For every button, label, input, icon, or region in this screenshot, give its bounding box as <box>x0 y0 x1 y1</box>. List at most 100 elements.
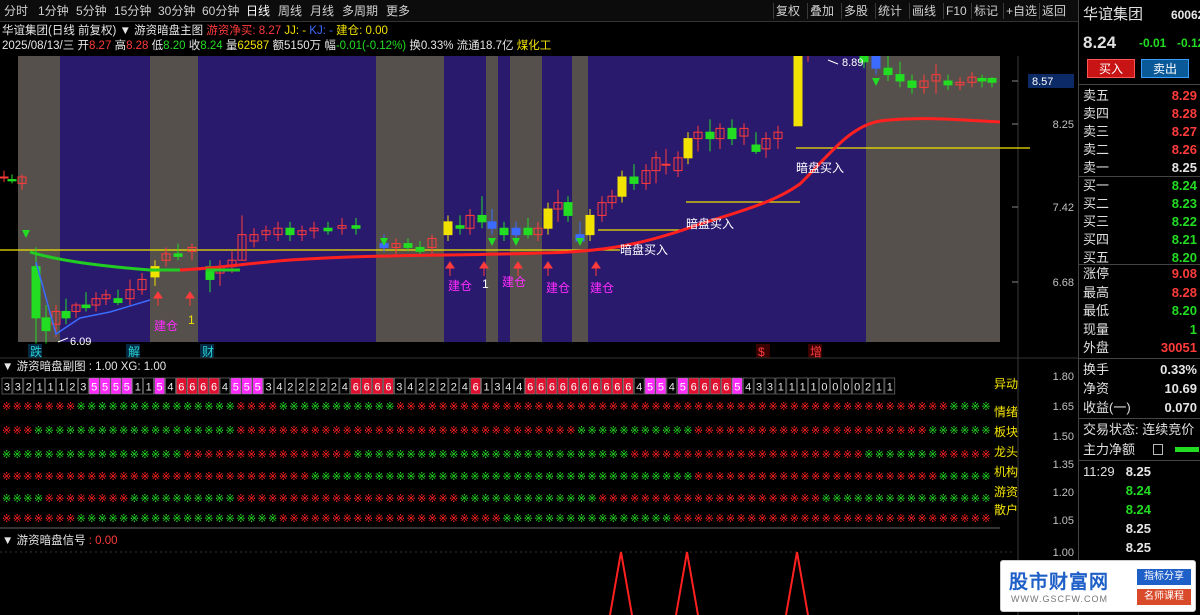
digit-value: 3 <box>396 382 402 394</box>
sentiment-glyph: ※ <box>204 493 213 505</box>
candle-body <box>150 266 160 278</box>
sentiment-glyph: ※ <box>481 493 490 505</box>
period-tab[interactable]: 1分钟 <box>38 2 69 20</box>
sentiment-glyph: ※ <box>566 401 575 413</box>
quote-row-value: 8.22 <box>1171 214 1197 229</box>
sentiment-glyph: ※ <box>587 471 596 483</box>
digit-value: 6 <box>527 382 533 394</box>
main-flow-label[interactable]: 主力净额 <box>1083 440 1135 459</box>
period-tab[interactable]: 30分钟 <box>158 2 195 20</box>
sentiment-glyph: ※ <box>502 449 511 461</box>
sentiment-glyph: ※ <box>236 493 245 505</box>
sentiment-glyph: ※ <box>705 493 714 505</box>
sentiment-glyph: ※ <box>758 471 767 483</box>
sentiment-glyph: ※ <box>790 449 799 461</box>
sentiment-glyph: ※ <box>98 471 107 483</box>
sentiment-glyph: ※ <box>13 449 22 461</box>
sentiment-glyph: ※ <box>343 401 352 413</box>
digit-value: 6 <box>200 382 206 394</box>
toolbar-separator <box>841 3 842 19</box>
period-tab[interactable]: 日线 <box>246 2 270 20</box>
sentiment-glyph: ※ <box>619 449 628 461</box>
period-tab[interactable]: 5分钟 <box>76 2 107 20</box>
sentiment-glyph: ※ <box>768 493 777 505</box>
period-tab[interactable]: 分时 <box>4 2 28 20</box>
signal-chart[interactable]: 1.00 <box>0 530 1078 615</box>
main-kline-chart[interactable]: 8.578.257.426.688.578.896.09建仓建仓建仓建仓建仓11… <box>0 56 1078 360</box>
sentiment-glyph: ※ <box>2 449 11 461</box>
sector-value[interactable]: 煤化工 <box>517 40 552 52</box>
tick-price: 8.24 <box>1125 483 1151 498</box>
candle-body <box>41 317 51 332</box>
candle-body <box>0 176 9 179</box>
sentiment-glyph: ※ <box>140 425 149 437</box>
sentiment-glyph: ※ <box>449 513 458 525</box>
sentiment-glyph: ※ <box>375 471 384 483</box>
sentiment-glyph: ※ <box>119 449 128 461</box>
peak-label: 8.89 <box>842 57 863 69</box>
sell-button[interactable]: 卖出 <box>1141 59 1189 78</box>
event-tag: 增 <box>810 345 822 359</box>
digit-value: 4 <box>407 382 413 394</box>
indicator-name[interactable]: 游资暗盘主图 <box>134 25 203 37</box>
period-tab[interactable]: 多周期 <box>342 2 378 20</box>
period-tab[interactable]: 15分钟 <box>114 2 151 20</box>
sentiment-glyph: ※ <box>949 493 958 505</box>
digit-value: 2 <box>26 382 32 394</box>
digit-value: 3 <box>15 382 21 394</box>
current-price-label: 8.57 <box>1032 76 1053 88</box>
sentiment-glyph: ※ <box>300 513 309 525</box>
sentiment-glyph: ※ <box>364 425 373 437</box>
period-tab[interactable]: 周线 <box>278 2 302 20</box>
toolbar-button[interactable]: 返回 <box>1042 2 1066 20</box>
sentiment-glyph: ※ <box>822 493 831 505</box>
sentiment-glyph: ※ <box>289 449 298 461</box>
sentiment-glyph: ※ <box>854 471 863 483</box>
period-tab[interactable]: 月线 <box>310 2 334 20</box>
toolbar-button[interactable]: 复权 <box>776 2 800 20</box>
sentiment-glyph: ※ <box>55 401 64 413</box>
sentiment-glyph: ※ <box>108 449 117 461</box>
toolbar-button[interactable]: 多股 <box>844 2 868 20</box>
digit-value: 1 <box>778 382 784 394</box>
quote-row-value: 30051 <box>1160 340 1197 355</box>
sentiment-glyph: ※ <box>896 425 905 437</box>
buy-signal-label: 建仓 <box>502 275 526 289</box>
digit-value: 6 <box>625 382 631 394</box>
sentiment-glyph: ※ <box>609 513 618 525</box>
settings-icon[interactable]: ▼ <box>120 25 131 37</box>
toolbar-button[interactable]: 统计 <box>878 2 902 20</box>
toolbar-button[interactable]: F10 <box>946 2 967 20</box>
sentiment-glyph: ※ <box>226 493 235 505</box>
quote-row-label: 卖五 <box>1083 88 1110 103</box>
digit-value: 6 <box>603 382 609 394</box>
sentiment-glyph: ※ <box>194 493 203 505</box>
sentiment-glyph: ※ <box>300 401 309 413</box>
candle-body <box>173 253 183 257</box>
watermark: 股市财富网 WWW.GSCFW.COM 指标分享 名师课程 <box>1000 560 1196 612</box>
buy-button[interactable]: 买入 <box>1087 59 1135 78</box>
sentiment-glyph: ※ <box>683 449 692 461</box>
amount-label: 额 <box>272 40 285 52</box>
toolbar-button[interactable]: +自选 <box>1006 2 1037 20</box>
digit-value: 0 <box>854 382 860 394</box>
sentiment-glyph: ※ <box>566 493 575 505</box>
period-tab[interactable]: 60分钟 <box>202 2 239 20</box>
jc-label: 建仓: <box>336 25 363 37</box>
toolbar-button[interactable]: 叠加 <box>810 2 834 20</box>
sentiment-glyph: ※ <box>130 513 139 525</box>
sentiment-glyph: ※ <box>683 513 692 525</box>
sentiment-glyph: ※ <box>875 425 884 437</box>
toolbar-button[interactable]: 画线 <box>912 2 936 20</box>
sentiment-glyph: ※ <box>2 513 11 525</box>
sentiment-glyph: ※ <box>524 449 533 461</box>
period-tab[interactable]: 更多 <box>386 2 410 20</box>
sub-indicator-chart[interactable]: 1.801.651.501.351.201.053 3 2 1 1 1 2 3 5 5 5 5 1 1 5 4… <box>0 358 1078 530</box>
net-buy-value: 8.27 <box>258 25 282 37</box>
list-icon[interactable] <box>1153 444 1163 455</box>
sentiment-glyph: ※ <box>875 471 884 483</box>
sentiment-glyph: ※ <box>162 449 171 461</box>
toolbar-button[interactable]: 标记 <box>974 2 998 20</box>
sentiment-glyph: ※ <box>971 449 980 461</box>
sentiment-glyph: ※ <box>917 513 926 525</box>
